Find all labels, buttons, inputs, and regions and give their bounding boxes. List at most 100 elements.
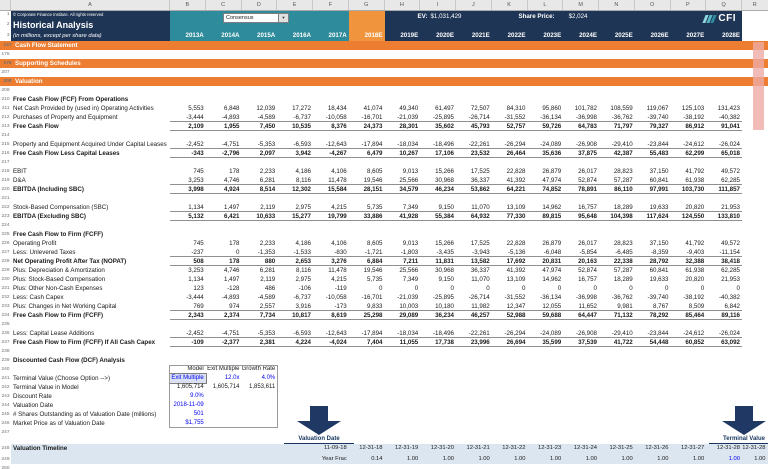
cell[interactable]: -1,533 [277, 248, 313, 256]
cell[interactable]: 52,874 [563, 266, 599, 275]
row-label[interactable]: Free Cash Flow to Firm (FCFF) If All Cas… [11, 338, 170, 347]
cell[interactable]: 11,070 [456, 275, 492, 284]
cell[interactable]: -18,496 [420, 329, 456, 337]
cell[interactable]: 745 [170, 167, 206, 176]
cell[interactable]: 78,292 [635, 311, 671, 319]
cell[interactable]: 1,134 [170, 203, 206, 211]
cell[interactable]: 18,289 [599, 203, 635, 211]
cell[interactable]: 1.00 [563, 455, 599, 464]
cell[interactable]: 0 [528, 284, 564, 293]
cell[interactable]: 108,559 [599, 104, 635, 113]
cell[interactable]: 59,726 [528, 122, 564, 130]
cell[interactable]: 95,860 [528, 104, 564, 113]
cell[interactable]: 22,828 [492, 239, 528, 248]
cell[interactable]: 54,448 [635, 338, 671, 346]
cell[interactable]: 20,820 [671, 203, 707, 211]
cell[interactable]: 0 [563, 284, 599, 293]
cell[interactable]: 61,497 [420, 104, 456, 113]
cell[interactable]: -1,721 [349, 248, 385, 256]
cell[interactable]: 15,584 [313, 185, 349, 193]
cell[interactable]: 62,285 [706, 176, 742, 184]
cell[interactable]: 64,221 [492, 185, 528, 193]
cell[interactable]: -237 [170, 248, 206, 256]
cell[interactable]: 3,253 [170, 266, 206, 275]
row-number[interactable]: 245 [0, 410, 11, 419]
cell[interactable]: 131,423 [706, 104, 742, 113]
year-header[interactable]: 2020E [420, 31, 456, 41]
cell[interactable]: 26,017 [563, 167, 599, 176]
row-label[interactable] [11, 347, 170, 356]
cell[interactable]: 178 [206, 167, 242, 176]
year-header[interactable]: 2019E [385, 31, 421, 41]
cell[interactable]: 1,497 [206, 275, 242, 284]
cell[interactable]: -119 [313, 284, 349, 293]
row-number[interactable]: 218 [0, 167, 11, 176]
cell[interactable]: 46,234 [420, 185, 456, 193]
cell[interactable]: 4,215 [313, 203, 349, 211]
cell[interactable]: 11,982 [456, 302, 492, 310]
cell[interactable]: 60,852 [671, 338, 707, 346]
consensus-dropdown[interactable]: Consensus ▼ [223, 13, 289, 23]
cell[interactable]: -3,444 [170, 113, 206, 121]
cell[interactable]: 101,782 [563, 104, 599, 113]
row-number[interactable]: 3 [0, 31, 10, 41]
row-number[interactable]: 219 [0, 176, 11, 185]
cell[interactable]: 2018-11-09 [170, 401, 206, 410]
cell[interactable]: 0 [492, 284, 528, 293]
cell[interactable]: 4,186 [277, 167, 313, 176]
cell[interactable]: 12-31-28 [742, 444, 768, 455]
cell[interactable]: 59,688 [528, 311, 564, 319]
cell[interactable]: 15,266 [420, 239, 456, 248]
cell[interactable]: 86,912 [671, 122, 707, 130]
cell[interactable]: 16,757 [563, 275, 599, 284]
cell[interactable]: 103,730 [671, 185, 707, 193]
cell[interactable]: -9,403 [671, 248, 707, 256]
cell[interactable]: 28,151 [349, 185, 385, 193]
cell[interactable]: -10,058 [313, 113, 349, 121]
cell[interactable]: 79,327 [635, 122, 671, 130]
year-header[interactable]: 2018E [349, 31, 385, 41]
cell[interactable]: 7,349 [385, 203, 421, 211]
cell[interactable]: 104,398 [599, 212, 635, 220]
cell[interactable]: 47,974 [528, 176, 564, 184]
cell[interactable]: 78,891 [563, 185, 599, 193]
row-label[interactable]: D&A [11, 176, 170, 185]
cell[interactable]: 8,509 [671, 302, 707, 310]
row-label[interactable]: EBIT [11, 167, 170, 176]
cell[interactable]: 34,579 [385, 185, 421, 193]
cell[interactable]: -18,034 [385, 140, 421, 148]
cell[interactable]: 1.00 [706, 455, 742, 464]
cell[interactable]: -18,034 [385, 329, 421, 337]
cell[interactable]: 178 [206, 257, 242, 265]
cell[interactable]: 2,097 [242, 149, 278, 157]
year-header[interactable]: 2028E [706, 31, 742, 41]
column-header-K[interactable]: K [492, 0, 528, 10]
cell[interactable]: 2,653 [277, 257, 313, 265]
cell[interactable]: 0 [206, 248, 242, 256]
column-header-M[interactable]: M [563, 0, 599, 10]
cell[interactable]: 89,116 [706, 311, 742, 319]
row-number[interactable]: 241 [0, 374, 11, 383]
cell[interactable]: 26,879 [528, 239, 564, 248]
cell[interactable]: 89,815 [528, 212, 564, 220]
cell[interactable]: -31,552 [492, 113, 528, 121]
row-label[interactable]: Valuation Date [11, 401, 170, 410]
cell[interactable]: -23,844 [635, 140, 671, 148]
cell[interactable]: -106 [277, 284, 313, 293]
cell[interactable]: 1,497 [206, 203, 242, 211]
cell[interactable]: -3,943 [456, 248, 492, 256]
cell[interactable]: 74,852 [528, 185, 564, 193]
row-label[interactable] [11, 455, 170, 464]
cell[interactable]: 25,566 [385, 176, 421, 184]
row-number[interactable]: 209 [0, 86, 11, 95]
row-label[interactable]: Market Price as of Valuation Date [11, 419, 170, 428]
cell[interactable]: 41,722 [599, 338, 635, 346]
cell[interactable]: -26,908 [563, 140, 599, 148]
row-label[interactable] [11, 365, 170, 374]
cell[interactable]: 28,823 [599, 167, 635, 176]
cell[interactable]: Exit Multiple [169, 373, 207, 384]
cell[interactable]: 1,605,714 [170, 383, 206, 392]
cell[interactable]: 12-31-28 [706, 444, 742, 455]
cell[interactable]: 13,109 [492, 275, 528, 284]
cell[interactable]: 42,387 [599, 149, 635, 157]
